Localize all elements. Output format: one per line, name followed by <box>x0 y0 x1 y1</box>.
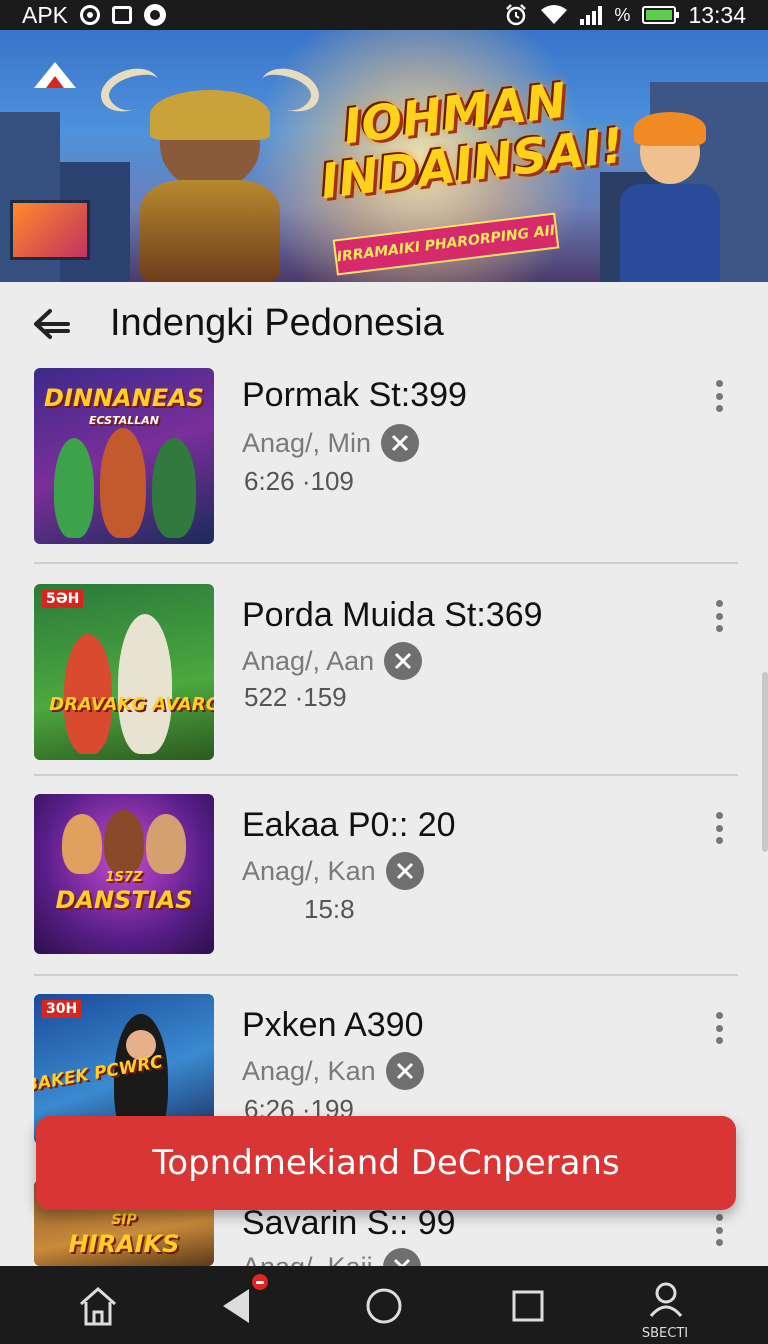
notification-badge <box>250 1272 270 1292</box>
item-subtitle-text: Anag/, Aan <box>242 645 375 676</box>
promo-banner[interactable]: IOHMAN INDAINSAI! IRRAMAIKI PHARORPING A… <box>0 30 768 282</box>
divider <box>34 774 738 776</box>
more-options-icon[interactable] <box>706 808 732 848</box>
item-meta: 522 ·159 <box>244 682 347 712</box>
recents-square-icon[interactable] <box>506 1278 550 1334</box>
item-subtitle-text: Anag/, Kan <box>242 1055 376 1086</box>
status-time: 13:34 <box>688 1 746 28</box>
item-subtitle: Anag/, Kan <box>242 852 424 890</box>
app-screen: APK % 13:34 IOHMAN INDAINSAI! IRRAMAIKI … <box>0 0 768 1344</box>
thumbnail-title: HIRAIKS <box>68 1230 180 1258</box>
back-arrow-icon <box>34 309 70 339</box>
game-thumbnail: DINNANEAS ECSTALLAN <box>34 368 214 544</box>
item-subtitle: Anag/, Kan <box>242 1052 424 1090</box>
disc-icon <box>144 4 167 26</box>
carrier-label: APK <box>22 1 69 28</box>
tools-badge-icon <box>385 852 424 890</box>
profile-icon[interactable] <box>644 1272 688 1328</box>
item-title: Eakaa P0:: 20 <box>242 806 456 844</box>
thumbnail-subtitle: ECSTALLAN <box>88 414 160 427</box>
wifi-icon <box>541 5 568 24</box>
more-options-icon[interactable] <box>706 1210 732 1250</box>
more-options-icon[interactable] <box>706 376 732 416</box>
scrollbar[interactable] <box>762 672 768 852</box>
battery-icon <box>642 6 680 24</box>
alarm-icon <box>506 4 527 26</box>
thumbnail-title: DRAVAKG AVARC <box>49 694 214 715</box>
item-meta: 6:26 ·109 <box>244 466 354 496</box>
page-title: Indengki Pedonesia <box>110 302 444 344</box>
brand-logo <box>34 62 76 88</box>
billboard-left <box>10 200 90 260</box>
thumbnail-subtitle: SIP <box>111 1212 137 1228</box>
game-thumbnail: 5ƏH DRAVAKG AVARC <box>34 584 214 760</box>
item-subtitle-text: Anag/, Min <box>242 427 372 458</box>
item-title: Pxken A390 <box>242 1006 424 1044</box>
more-options-icon[interactable] <box>706 1008 732 1048</box>
back-button[interactable] <box>30 302 74 346</box>
item-subtitle: Anag/, Min <box>242 424 420 462</box>
item-title: Porda Muida St:369 <box>242 596 543 634</box>
thumbnail-title: DINNANEAS <box>44 384 204 412</box>
home-circle-icon[interactable] <box>362 1278 406 1334</box>
more-options-icon[interactable] <box>706 596 732 636</box>
divider <box>34 562 738 564</box>
status-bar: APK % 13:34 <box>0 0 768 30</box>
game-thumbnail: 1S7Z DANSTIAS <box>34 794 214 954</box>
thumbnail-tag: 30H <box>42 1000 82 1018</box>
sync-icon <box>80 5 101 25</box>
thumbnail-tag: 5ƏH <box>42 590 84 608</box>
cta-button[interactable]: Topndmekiand DeCnperans <box>36 1116 736 1210</box>
home-icon[interactable] <box>74 1278 122 1334</box>
square-icon <box>112 6 133 24</box>
item-subtitle: Anag/, Aan <box>242 642 423 680</box>
tools-badge-icon <box>384 642 423 680</box>
item-subtitle-text: Anag/, Kan <box>242 855 376 886</box>
item-meta: 15:8 <box>304 894 355 924</box>
thumbnail-title: DANSTIAS <box>55 886 193 914</box>
thumbnail-subtitle: 1S7Z <box>105 870 143 885</box>
divider <box>34 974 738 976</box>
boy-character <box>610 112 740 282</box>
signal-icon <box>580 5 603 25</box>
profile-label: SBECTI <box>641 1326 689 1341</box>
cta-label: Topndmekiand DeCnperans <box>152 1143 620 1183</box>
page-header: Indengki Pedonesia <box>0 282 768 366</box>
warrior-character <box>94 60 326 282</box>
tools-badge-icon <box>385 1052 424 1090</box>
battery-percent-symbol: % <box>614 4 631 25</box>
tools-badge-icon <box>381 424 420 462</box>
item-title: Pormak St:399 <box>242 376 467 414</box>
